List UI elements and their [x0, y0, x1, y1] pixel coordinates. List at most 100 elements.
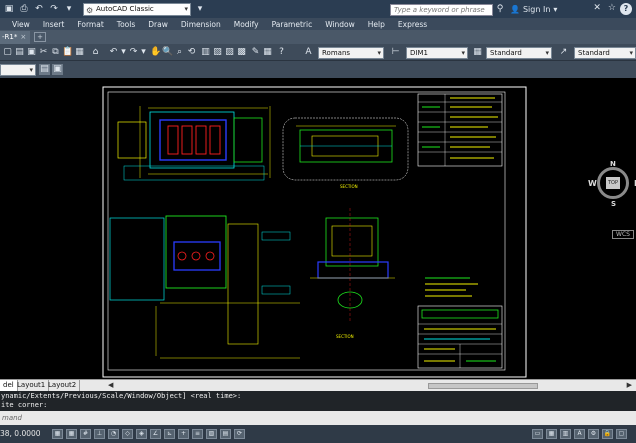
design-center-icon[interactable]: ▧: [212, 47, 223, 58]
redo-dropdown-icon[interactable]: ▾: [138, 47, 149, 58]
chevron-down-icon: ▾: [545, 49, 549, 57]
qat-more-icon[interactable]: ▾: [194, 3, 206, 15]
quick-properties-icon[interactable]: ▤: [220, 429, 231, 439]
snap-icon[interactable]: ▦: [66, 429, 77, 439]
tab-layout1[interactable]: Layout1: [14, 380, 50, 391]
title-bar: ▣ ⎙ ↶ ↷ ▾ ⚙ AutoCAD Classic ▾ ▾ Type a k…: [0, 0, 636, 18]
text-style-select[interactable]: Romans ▾: [318, 47, 384, 59]
drawing-canvas[interactable]: SECTION SECTION TOP N S W WCS: [0, 78, 636, 379]
print-icon[interactable]: ⎙: [18, 3, 30, 15]
viewcube-south[interactable]: S: [611, 200, 616, 208]
layout-tab-bar: del Layout1 Layout2 ◀ ▶: [0, 379, 636, 391]
menu-window[interactable]: Window: [325, 20, 355, 29]
layer-previous-icon[interactable]: ▤: [39, 64, 50, 75]
search-icon[interactable]: ⚲: [494, 4, 506, 16]
layer-select[interactable]: ▾: [0, 64, 36, 76]
help-icon[interactable]: ?: [276, 47, 287, 58]
match-properties-icon[interactable]: ▦: [74, 47, 85, 58]
lock-icon[interactable]: 🔒: [602, 429, 613, 439]
3d-osnap-icon[interactable]: ◈: [136, 429, 147, 439]
annotation-scale-icon[interactable]: A: [574, 429, 585, 439]
menu-tools[interactable]: Tools: [117, 20, 135, 29]
properties-icon[interactable]: ▥: [200, 47, 211, 58]
lineweight-icon[interactable]: ≡: [192, 429, 203, 439]
tool-palettes-icon[interactable]: ▨: [224, 47, 235, 58]
model-space-icon[interactable]: ▭: [532, 429, 543, 439]
chevron-down-icon: ▾: [629, 49, 633, 57]
infer-constraints-icon[interactable]: ▦: [52, 429, 63, 439]
sign-in-button[interactable]: 👤 Sign In ▾: [510, 5, 557, 14]
open-icon[interactable]: ▤: [14, 47, 25, 58]
help-button[interactable]: ?: [620, 3, 632, 15]
grid-icon[interactable]: #: [80, 429, 91, 439]
multileader-style-value: Standard: [578, 49, 610, 57]
cut-icon[interactable]: ✂: [38, 47, 49, 58]
command-input[interactable]: mand: [0, 411, 636, 425]
undo-icon[interactable]: ↶: [33, 3, 45, 15]
scroll-right-icon[interactable]: ▶: [627, 381, 632, 389]
block-icon[interactable]: ⌂: [90, 47, 101, 58]
viewcube-north[interactable]: N: [610, 160, 616, 168]
menu-format[interactable]: Format: [77, 20, 103, 29]
tab-drawing[interactable]: -R1* ×: [0, 31, 30, 44]
quick-view-drawings-icon[interactable]: ▥: [560, 429, 571, 439]
markup-icon[interactable]: ✎: [250, 47, 261, 58]
viewcube[interactable]: TOP N S W E: [588, 160, 636, 208]
end-section-view: SECTION: [310, 208, 395, 339]
save-icon[interactable]: ▣: [26, 47, 37, 58]
workspace-switching-icon[interactable]: ⚙: [588, 429, 599, 439]
new-icon[interactable]: ▢: [2, 47, 13, 58]
clean-screen-icon[interactable]: ▢: [616, 429, 627, 439]
workspace-select[interactable]: ⚙ AutoCAD Classic ▾: [83, 2, 191, 16]
horizontal-scrollbar[interactable]: ◀ ▶: [108, 381, 636, 390]
menu-draw[interactable]: Draw: [148, 20, 168, 29]
dyn-icon[interactable]: +: [178, 429, 189, 439]
scrollbar-thumb[interactable]: [428, 383, 538, 389]
pan-icon[interactable]: ✋: [150, 47, 161, 58]
scroll-left-icon[interactable]: ◀: [108, 381, 113, 389]
paste-icon[interactable]: 📋: [62, 47, 73, 58]
selection-cycling-icon[interactable]: ⟳: [234, 429, 245, 439]
zoom-realtime-icon[interactable]: 🔍: [162, 47, 173, 58]
zoom-window-icon[interactable]: ⌕: [174, 47, 185, 58]
table-style-select[interactable]: Standard ▾: [486, 47, 552, 59]
viewcube-top-face[interactable]: TOP: [606, 177, 620, 189]
qat-dropdown-icon[interactable]: ▾: [63, 3, 75, 15]
multileader-style-select[interactable]: Standard ▾: [574, 47, 636, 59]
menu-view[interactable]: View: [12, 20, 30, 29]
menu-modify[interactable]: Modify: [234, 20, 259, 29]
wcs-menu[interactable]: WCS: [612, 230, 634, 239]
dim-style-select[interactable]: DIM1 ▾: [406, 47, 468, 59]
viewcube-west[interactable]: W: [588, 179, 597, 188]
menu-insert[interactable]: Insert: [43, 20, 65, 29]
ortho-icon[interactable]: ⊥: [94, 429, 105, 439]
osnap-icon[interactable]: ◇: [122, 429, 133, 439]
ducs-icon[interactable]: ⊾: [164, 429, 175, 439]
search-input[interactable]: Type a keyword or phrase: [390, 4, 493, 16]
layer-states-icon[interactable]: ▣: [52, 64, 63, 75]
calculator-icon[interactable]: ▦: [262, 47, 273, 58]
menu-help[interactable]: Help: [368, 20, 385, 29]
otrack-icon[interactable]: ∠: [150, 429, 161, 439]
transparency-icon[interactable]: ▨: [206, 429, 217, 439]
table-style-value: Standard: [490, 49, 522, 57]
redo-icon[interactable]: ↷: [48, 3, 60, 15]
exchange-icon[interactable]: ✕: [593, 3, 601, 13]
menu-parametric[interactable]: Parametric: [272, 20, 313, 29]
copy-icon[interactable]: ⧉: [50, 47, 61, 58]
quick-view-layouts-icon[interactable]: ▦: [546, 429, 557, 439]
tab-layout2[interactable]: Layout2: [45, 380, 81, 391]
layers-toolbar: ▾ ▤ ▣: [0, 61, 636, 78]
chevron-down-icon: ▾: [184, 4, 188, 13]
new-tab-button[interactable]: +: [34, 32, 46, 42]
tab-drawing-label: -R1*: [2, 33, 18, 41]
menu-express[interactable]: Express: [398, 20, 427, 29]
star-icon[interactable]: ☆: [608, 3, 616, 13]
polar-icon[interactable]: ◔: [108, 429, 119, 439]
close-icon[interactable]: ×: [20, 33, 26, 41]
zoom-previous-icon[interactable]: ⟲: [186, 47, 197, 58]
menu-dimension[interactable]: Dimension: [181, 20, 221, 29]
dim-style-icon: ⊢: [391, 47, 400, 57]
save-icon[interactable]: ▣: [3, 3, 15, 15]
sheet-set-icon[interactable]: ▩: [236, 47, 247, 58]
